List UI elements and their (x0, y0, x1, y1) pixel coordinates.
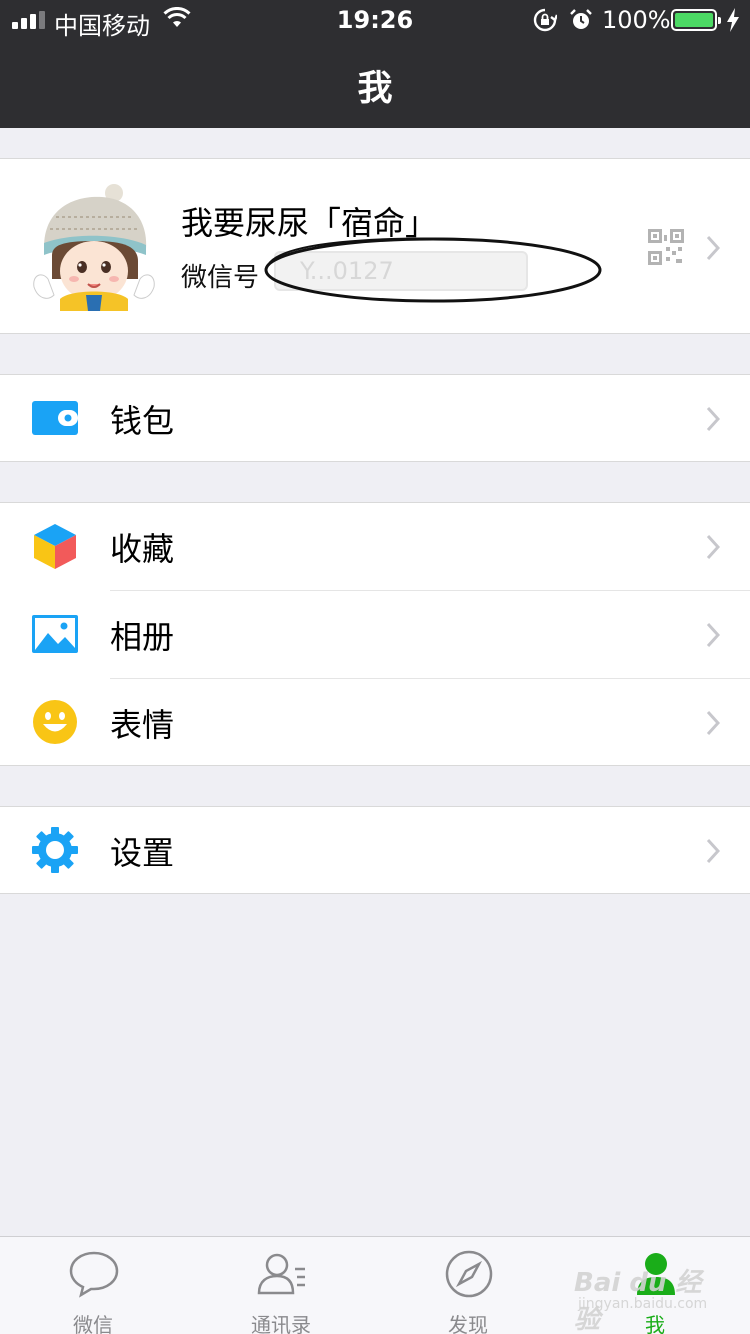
avatar[interactable] (30, 183, 158, 311)
hand-drawn-circle-annotation (264, 237, 602, 303)
chevron-right-icon (706, 838, 720, 864)
page-title: 我 (357, 69, 393, 109)
chevron-right-icon (706, 622, 720, 648)
qr-code-icon[interactable] (648, 229, 684, 265)
tab-contacts[interactable]: 通讯录 (221, 1237, 341, 1334)
wechat-id-label: 微信号 (181, 263, 260, 293)
smiley-icon (33, 700, 77, 744)
album-icon (32, 615, 78, 653)
favorites-cube-icon (34, 524, 76, 569)
charging-bolt-icon (727, 8, 739, 32)
collections-section: 收藏 相册 表情 (0, 502, 750, 766)
battery-icon (671, 9, 721, 31)
chat-bubble-icon (69, 1251, 119, 1298)
baidu-watermark: Bai du 经验 jingyan.baidu.com (574, 1262, 714, 1334)
tab-discover[interactable]: 发现 (408, 1237, 528, 1334)
menu-item-label: 设置 (110, 834, 175, 872)
menu-item-stickers[interactable]: 表情 (0, 679, 750, 767)
menu-item-label: 相册 (110, 618, 175, 656)
status-bar: 中国移动 19:26 100% (0, 0, 750, 40)
menu-item-settings[interactable]: 设置 (0, 807, 750, 895)
tab-chats[interactable]: 微信 (33, 1237, 153, 1334)
rotation-lock-icon (533, 8, 557, 32)
wallet-section: 钱包 (0, 374, 750, 462)
contacts-icon (257, 1253, 305, 1295)
tab-label: 发现 (448, 1313, 488, 1334)
gear-icon (32, 827, 78, 873)
tab-label: 通讯录 (251, 1313, 311, 1334)
tab-label: 微信 (73, 1313, 113, 1334)
chevron-right-icon (706, 710, 720, 736)
watermark-url: jingyan.baidu.com (578, 1296, 708, 1312)
chevron-right-icon (706, 406, 720, 432)
menu-item-wallet[interactable]: 钱包 (0, 375, 750, 463)
menu-item-label: 钱包 (110, 402, 175, 440)
chevron-right-icon (706, 235, 720, 261)
battery-percentage: 100% (602, 6, 671, 34)
menu-item-album[interactable]: 相册 (0, 591, 750, 679)
compass-icon (445, 1250, 493, 1298)
alarm-icon (570, 9, 592, 29)
menu-item-label: 收藏 (110, 530, 175, 568)
settings-section: 设置 (0, 806, 750, 894)
profile-card[interactable]: 我要尿尿「宿命」 微信号 Y...0127 (0, 158, 750, 334)
menu-item-favorites[interactable]: 收藏 (0, 503, 750, 591)
chevron-right-icon (706, 534, 720, 560)
menu-item-label: 表情 (110, 706, 175, 744)
wallet-icon (32, 401, 78, 435)
top-bar: 中国移动 19:26 100% 我 (0, 0, 750, 128)
